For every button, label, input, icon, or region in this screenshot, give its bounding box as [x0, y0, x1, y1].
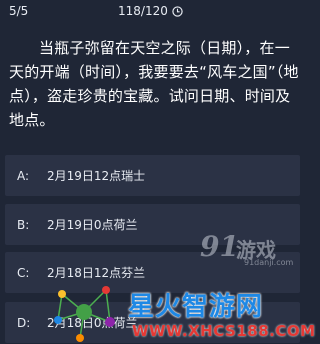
option-a[interactable]: A: 2月19日12点瑞士	[5, 155, 300, 196]
watermark-91-number: 91	[200, 230, 239, 263]
option-text: 2月19日0点荷兰	[47, 218, 138, 232]
watermark-logo-url: WWW.XHCS188.COM	[132, 322, 316, 340]
option-text: 2月18日12点芬兰	[47, 266, 146, 280]
clock-icon	[172, 5, 183, 17]
option-letter: D:	[17, 315, 31, 330]
network-logo-icon	[54, 286, 115, 342]
watermark-91danji: 91 游戏 91danji.com	[200, 230, 300, 280]
quiz-header: 5/5 118/120	[0, 0, 305, 24]
option-letter: B:	[17, 217, 30, 232]
option-letter: C:	[17, 265, 30, 280]
option-text: 2月19日12点瑞士	[47, 169, 146, 183]
option-letter: A:	[17, 168, 30, 183]
watermark-logo-title: 星火智游网	[128, 292, 264, 322]
watermark-91-url: 91danji.com	[244, 258, 294, 267]
timer: 118/120	[118, 4, 183, 18]
question-text: 当瓶子弥留在天空之际（日期），在一天的开端（时间），我要要去“风车之国”（地点）…	[9, 39, 299, 129]
question-progress: 5/5	[9, 4, 29, 18]
timer-value: 118/120	[118, 4, 168, 18]
watermark-xhcs188: 星火智游网 WWW.XHCS188.COM	[50, 280, 315, 344]
